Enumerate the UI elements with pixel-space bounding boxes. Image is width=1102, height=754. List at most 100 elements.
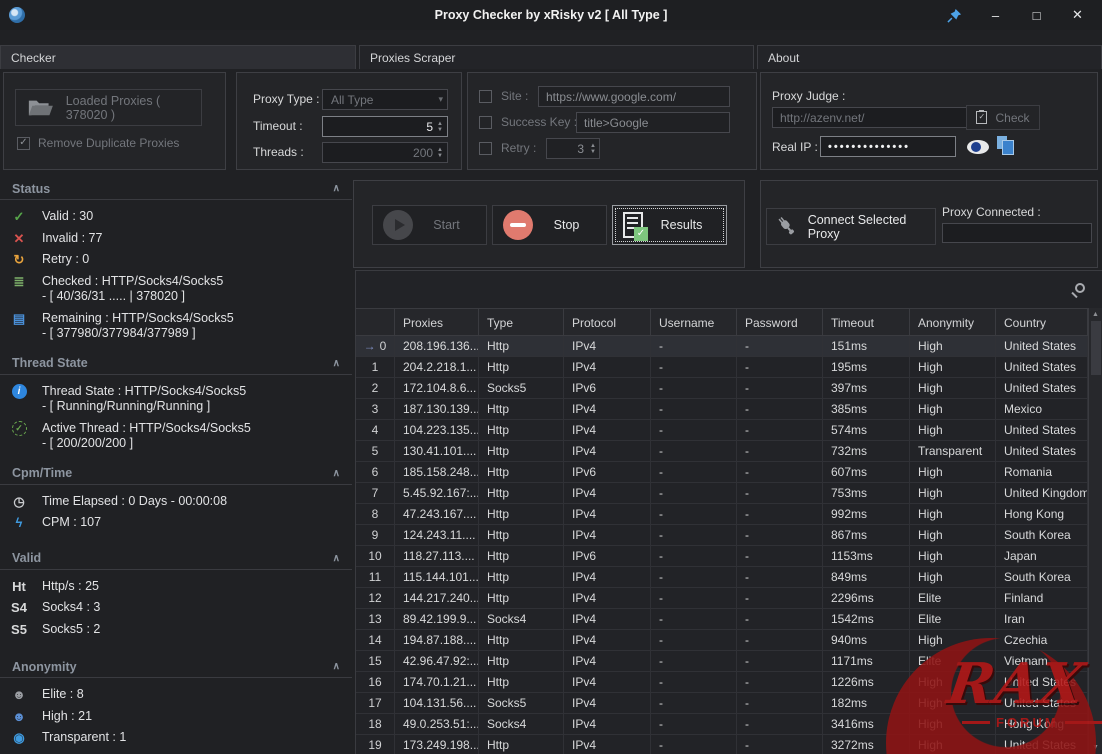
table-row[interactable]: 19173.249.198...HttpIPv4--3272msHighUnit… xyxy=(356,735,1088,754)
title-bar[interactable]: Proxy Checker by xRisky v2 [ All Type ] … xyxy=(0,0,1102,30)
close-button[interactable]: ✕ xyxy=(1057,0,1098,30)
column-header-anonymity[interactable]: Anonymity xyxy=(910,308,996,336)
section-header-thread-state[interactable]: Thread State∧ xyxy=(0,353,352,375)
timeout-stepper[interactable]: 5 ▲ ▼ xyxy=(322,116,448,137)
cell-password: - xyxy=(737,483,823,504)
row-index: 2 xyxy=(372,381,379,398)
table-row[interactable]: 3187.130.139...HttpIPv4--385msHighMexico xyxy=(356,399,1088,420)
column-header-proxies[interactable]: Proxies xyxy=(395,308,479,336)
table-row[interactable]: 9124.243.11....HttpIPv4--867msHighSouth … xyxy=(356,525,1088,546)
cell-country: United States xyxy=(996,693,1088,714)
start-button[interactable]: Start xyxy=(372,205,487,245)
column-header-password[interactable]: Password xyxy=(737,308,823,336)
tab-proxies-scraper[interactable]: Proxies Scraper xyxy=(359,45,754,69)
cell-anonymity: High xyxy=(910,336,996,357)
spinner-arrows-icon[interactable]: ▲ ▼ xyxy=(590,143,596,155)
spin-down-icon[interactable]: ▼ xyxy=(437,127,443,133)
pin-button[interactable] xyxy=(934,0,975,30)
column-header-index[interactable] xyxy=(356,308,395,336)
connect-selected-proxy-button[interactable]: Connect Selected Proxy xyxy=(766,208,936,245)
copy-icon[interactable] xyxy=(997,136,1015,154)
table-row[interactable]: →0208.196.136...HttpIPv4--151msHighUnite… xyxy=(356,336,1088,357)
column-header-username[interactable]: Username xyxy=(651,308,737,336)
proxy-type-select[interactable]: All Type ▾ xyxy=(322,89,448,110)
loaded-proxies-button[interactable]: Loaded Proxies ( 378020 ) xyxy=(15,89,202,126)
section-header-anonymity[interactable]: Anonymity∧ xyxy=(0,656,352,678)
row-index-cell: 17 xyxy=(356,693,395,714)
scroll-up-icon[interactable]: ▲ xyxy=(1092,311,1099,318)
search-icon[interactable] xyxy=(1075,283,1085,293)
connect-panel: Connect Selected Proxy Proxy Connected : xyxy=(760,180,1098,268)
cell-country: United Kingdom xyxy=(996,483,1088,504)
check-button[interactable]: Check xyxy=(966,105,1040,130)
threads-stepper[interactable]: 200 ▲ ▼ xyxy=(322,142,448,163)
cell-password: - xyxy=(737,630,823,651)
cell-timeout: 397ms xyxy=(823,378,910,399)
plug-icon xyxy=(775,214,800,240)
table-row[interactable]: 1204.2.218.1...HttpIPv4--195msHighUnited… xyxy=(356,357,1088,378)
column-header-protocol[interactable]: Protocol xyxy=(564,308,651,336)
proxy-connected-input[interactable] xyxy=(942,223,1092,243)
table-row[interactable]: 2172.104.8.6...Socks5IPv6--397msHighUnit… xyxy=(356,378,1088,399)
success-key-checkbox[interactable] xyxy=(479,116,492,129)
table-row[interactable]: 17104.131.56....Socks5IPv4--182msHighUni… xyxy=(356,693,1088,714)
eye-icon[interactable] xyxy=(967,140,989,154)
stop-button[interactable]: Stop xyxy=(492,205,607,245)
tab-about[interactable]: About xyxy=(757,45,1102,69)
table-row[interactable]: 12144.217.240...HttpIPv4--2296msEliteFin… xyxy=(356,588,1088,609)
chevron-up-icon[interactable]: ∧ xyxy=(333,183,340,194)
cell-protocol: IPv4 xyxy=(564,609,651,630)
chevron-up-icon[interactable]: ∧ xyxy=(333,468,340,479)
retry-stepper[interactable]: 3 ▲ ▼ xyxy=(546,138,600,159)
cell-timeout: 1542ms xyxy=(823,609,910,630)
table-row[interactable]: 847.243.167....HttpIPv4--992msHighHong K… xyxy=(356,504,1088,525)
maximize-button[interactable]: □ xyxy=(1016,0,1057,30)
spinner-arrows-icon[interactable]: ▲ ▼ xyxy=(437,147,443,159)
site-input[interactable]: https://www.google.com/ xyxy=(538,86,730,107)
table-row[interactable]: 75.45.92.167:...HttpIPv4--753msHighUnite… xyxy=(356,483,1088,504)
chevron-down-icon[interactable]: ▾ xyxy=(438,94,443,105)
table-row[interactable]: 1849.0.253.51:...Socks4IPv4--3416msHighH… xyxy=(356,714,1088,735)
table-row[interactable]: 6185.158.248...HttpIPv6--607msHighRomani… xyxy=(356,462,1088,483)
column-header-timeout[interactable]: Timeout xyxy=(823,308,910,336)
table-row[interactable]: 1542.96.47.92:...HttpIPv4--1171msEliteVi… xyxy=(356,651,1088,672)
proxy-judge-input[interactable]: http://azenv.net/ xyxy=(772,107,968,128)
section-header-valid[interactable]: Valid∧ xyxy=(0,548,352,570)
section-header-status[interactable]: Status∧ xyxy=(0,178,352,200)
table-row[interactable]: 4104.223.135...HttpIPv4--574msHighUnited… xyxy=(356,420,1088,441)
chevron-up-icon[interactable]: ∧ xyxy=(333,661,340,672)
row-index-cell: 8 xyxy=(356,504,395,525)
scroll-down-icon[interactable]: ▼ xyxy=(1092,744,1099,751)
real-ip-field[interactable]: •••••••••••••• xyxy=(820,136,956,157)
table-row[interactable]: 5130.41.101....HttpIPv4--732msTransparen… xyxy=(356,441,1088,462)
table-row[interactable]: 1389.42.199.9...Socks4IPv4--1542msEliteI… xyxy=(356,609,1088,630)
cell-timeout: 867ms xyxy=(823,525,910,546)
tab-checker[interactable]: Checker xyxy=(0,45,356,69)
minimize-button[interactable]: – xyxy=(975,0,1016,30)
proxy-judge-label: Proxy Judge : xyxy=(772,89,845,103)
section-header-cpm-time[interactable]: Cpm/Time∧ xyxy=(0,463,352,485)
cell-protocol: IPv4 xyxy=(564,357,651,378)
table-row[interactable]: 10118.27.113....HttpIPv6--1153msHighJapa… xyxy=(356,546,1088,567)
remove-duplicates-checkbox[interactable]: ✓ xyxy=(17,137,30,150)
success-key-input[interactable]: title>Google xyxy=(576,112,730,133)
chevron-up-icon[interactable]: ∧ xyxy=(333,553,340,564)
table-row[interactable]: 16174.70.1.21...HttpIPv4--1226msHighUnit… xyxy=(356,672,1088,693)
table-row[interactable]: 11115.144.101...HttpIPv4--849msHighSouth… xyxy=(356,567,1088,588)
column-header-country[interactable]: Country xyxy=(996,308,1088,336)
spinner-arrows-icon[interactable]: ▲ ▼ xyxy=(437,121,443,133)
spin-down-icon[interactable]: ▼ xyxy=(437,153,443,159)
results-button[interactable]: ✓ Results xyxy=(612,205,727,245)
cell-timeout: 195ms xyxy=(823,357,910,378)
column-header-type[interactable]: Type xyxy=(479,308,564,336)
spin-down-icon[interactable]: ▼ xyxy=(590,149,596,155)
site-checkbox[interactable] xyxy=(479,90,492,103)
high-count: ☻High : 21 xyxy=(0,706,352,728)
vertical-scrollbar[interactable]: ▲ ▼ xyxy=(1088,308,1102,754)
chevron-up-icon[interactable]: ∧ xyxy=(333,358,340,369)
table-row[interactable]: 14194.87.188....HttpIPv4--940msHighCzech… xyxy=(356,630,1088,651)
scrollbar-thumb[interactable] xyxy=(1091,321,1101,375)
cell-username: - xyxy=(651,441,737,462)
retry-checkbox[interactable] xyxy=(479,142,492,155)
cell-type: Http xyxy=(479,525,564,546)
